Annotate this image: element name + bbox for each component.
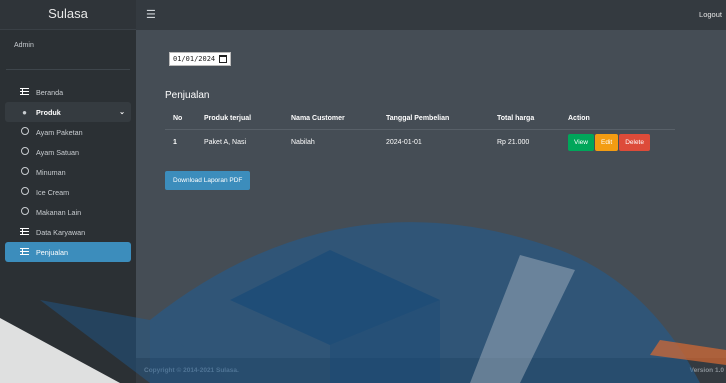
date-value: 01/01/2024 bbox=[173, 55, 216, 63]
edit-button[interactable]: Edit bbox=[594, 133, 619, 151]
chevron-down-icon: ⌄ bbox=[119, 109, 125, 116]
table-icon bbox=[19, 87, 30, 97]
user-name[interactable]: Admin bbox=[6, 30, 130, 70]
delete-button[interactable]: Delete bbox=[619, 133, 650, 151]
circle-icon bbox=[19, 187, 30, 197]
sidebar-item-label: Makanan Lain bbox=[36, 207, 82, 217]
brand-logo[interactable]: Sulasa bbox=[0, 0, 136, 30]
column-header: Produk terjual bbox=[196, 109, 283, 130]
sidebar-item-beranda[interactable]: Beranda bbox=[5, 82, 131, 102]
table-row: 1 Paket A, Nasi Nabilah 2024-01-01 Rp 21… bbox=[165, 129, 675, 155]
sidebar: Sulasa Admin Beranda ● Produk ⌄ Ayam Pak… bbox=[0, 0, 136, 383]
footer: Copyright © 2014-2021 Sulasa. Version 1.… bbox=[136, 358, 726, 383]
hamburger-menu-icon[interactable]: ☰ bbox=[146, 8, 156, 21]
sidebar-item-label: Ayam Paketan bbox=[36, 127, 83, 137]
logout-link[interactable]: Logout bbox=[699, 10, 722, 19]
sidebar-item-penjualan[interactable]: Penjualan bbox=[5, 242, 131, 262]
cell-customer: Nabilah bbox=[291, 138, 315, 146]
column-header: Total harga bbox=[489, 109, 560, 130]
sidebar-item-produk[interactable]: ● Produk ⌄ bbox=[5, 102, 131, 122]
sidebar-item-makanan-lain[interactable]: Makanan Lain bbox=[5, 202, 131, 222]
cell-no: 1 bbox=[173, 138, 177, 146]
sidebar-item-label: Ayam Satuan bbox=[36, 147, 80, 157]
column-header: Tanggal Pembelian bbox=[378, 109, 489, 130]
circle-icon bbox=[19, 127, 30, 137]
circle-icon bbox=[19, 167, 30, 177]
page-title: Penjualan bbox=[165, 90, 210, 101]
sidebar-item-minuman[interactable]: Minuman bbox=[5, 162, 131, 182]
version-text: Version 1.0 bbox=[689, 367, 724, 374]
date-input[interactable]: 01/01/2024 bbox=[169, 52, 231, 66]
sidebar-item-label: Beranda bbox=[36, 87, 64, 97]
main-content: 01/01/2024 Penjualan No Produk terjual N… bbox=[136, 30, 726, 358]
cell-tanggal: 2024-01-01 bbox=[386, 138, 422, 146]
sidebar-item-label: Penjualan bbox=[36, 247, 68, 257]
sidebar-item-label: Ice Cream bbox=[36, 187, 70, 197]
sidebar-menu: Beranda ● Produk ⌄ Ayam Paketan Ayam Sat… bbox=[0, 82, 136, 262]
sidebar-item-label: Minuman bbox=[36, 167, 66, 177]
sidebar-item-data-karyawan[interactable]: Data Karyawan bbox=[5, 222, 131, 242]
sidebar-item-label: Data Karyawan bbox=[36, 227, 86, 237]
view-button[interactable]: View bbox=[568, 133, 594, 151]
table-header-row: No Produk terjual Nama Customer Tanggal … bbox=[165, 109, 675, 130]
sidebar-item-ayam-satuan[interactable]: Ayam Satuan bbox=[5, 142, 131, 162]
sales-table: No Produk terjual Nama Customer Tanggal … bbox=[165, 109, 675, 155]
palette-icon: ● bbox=[22, 107, 27, 117]
column-header: Action bbox=[560, 109, 675, 130]
download-pdf-button[interactable]: Download Laporan PDF bbox=[165, 171, 251, 190]
cell-total: Rp 21.000 bbox=[497, 138, 530, 146]
table-icon bbox=[19, 227, 30, 237]
cell-actions: View Edit Delete bbox=[560, 129, 675, 155]
table-icon bbox=[19, 247, 30, 257]
column-header: Nama Customer bbox=[283, 109, 378, 130]
sidebar-item-ayam-paketan[interactable]: Ayam Paketan bbox=[5, 122, 131, 142]
circle-icon bbox=[19, 147, 30, 157]
sidebar-item-label: Produk bbox=[36, 107, 61, 117]
column-header: No bbox=[165, 109, 196, 130]
top-navbar: ☰ Logout bbox=[136, 0, 726, 30]
cell-produk: Paket A, Nasi bbox=[204, 138, 247, 146]
calendar-icon[interactable] bbox=[219, 55, 227, 63]
sidebar-item-ice-cream[interactable]: Ice Cream bbox=[5, 182, 131, 202]
copyright-text: Copyright © 2014-2021 Sulasa. bbox=[144, 367, 239, 374]
circle-icon bbox=[19, 207, 30, 217]
